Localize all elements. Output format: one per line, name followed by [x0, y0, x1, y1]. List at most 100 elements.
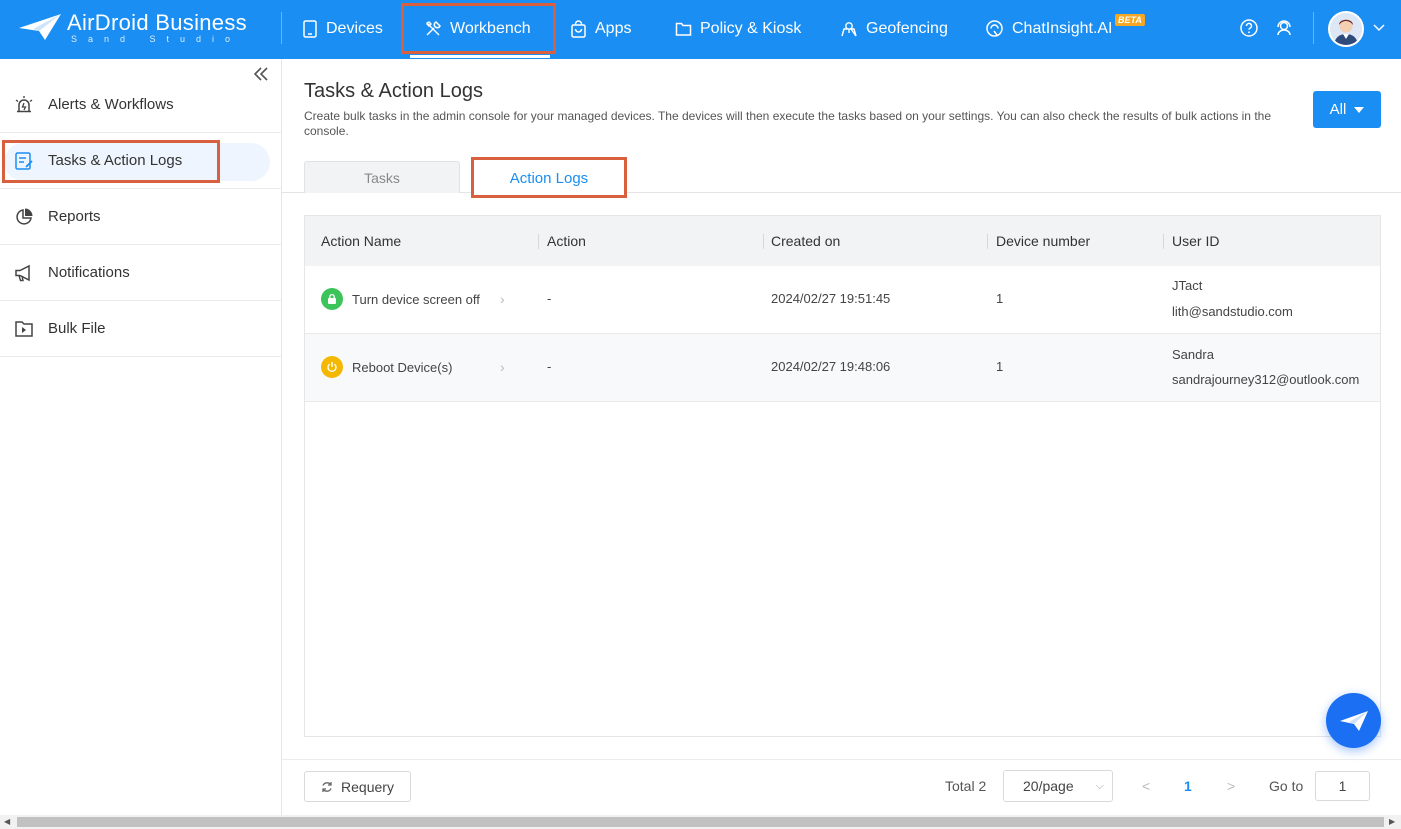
created-on-cell: 2024/02/27 19:51:45 [771, 291, 891, 306]
goto-page-input[interactable] [1315, 771, 1370, 801]
tab-action-logs[interactable]: Action Logs [474, 161, 624, 195]
sidebar-item-label: Alerts & Workflows [48, 96, 174, 113]
requery-button[interactable]: Requery [304, 771, 411, 802]
divider [1313, 12, 1314, 44]
requery-label: Requery [341, 778, 394, 795]
action-name-cell[interactable]: Turn device screen off [321, 288, 480, 310]
column-header-user-id: User ID [1172, 233, 1220, 249]
column-header-action: Action [547, 233, 586, 249]
pie-chart-icon [16, 208, 33, 225]
sidebar-item-reports[interactable]: Reports [0, 189, 281, 245]
sidebar-item-tasks-action-logs[interactable]: Tasks & Action Logs [0, 133, 281, 189]
map-pin-icon [841, 21, 857, 36]
lock-icon [321, 288, 343, 310]
tab-action-logs-label: Action Logs [509, 169, 589, 187]
user-name: Sandra [1172, 347, 1214, 362]
prev-page-button[interactable]: < [1142, 778, 1150, 794]
action-name-cell[interactable]: Reboot Device(s) [321, 356, 452, 378]
nav-policy-kiosk[interactable]: Policy & Kiosk [675, 0, 801, 57]
page-title: Tasks & Action Logs [304, 80, 483, 102]
tablet-icon [303, 19, 317, 38]
column-separator [987, 234, 988, 249]
active-nav-indicator [410, 55, 550, 58]
column-separator [763, 234, 764, 249]
file-folder-icon [15, 320, 33, 337]
footer-divider [282, 759, 1401, 760]
power-icon [321, 356, 343, 378]
paper-plane-logo-icon [19, 14, 61, 40]
column-header-created-on: Created on [771, 233, 841, 249]
sidebar-item-alerts-workflows[interactable]: Alerts & Workflows [0, 77, 281, 133]
floating-support-button[interactable] [1326, 693, 1381, 748]
table-row[interactable]: Reboot Device(s) › - 2024/02/27 19:48:06… [305, 334, 1380, 402]
nav-workbench-label: Workbench [450, 19, 531, 37]
tools-icon [426, 20, 441, 36]
sidebar-item-label: Tasks & Action Logs [48, 152, 183, 169]
table-header: Action Name Action Created on Device num… [305, 216, 1380, 266]
help-icon[interactable] [1239, 18, 1259, 38]
logo-subtitle: Sand Studio [71, 34, 242, 44]
page-size-value: 20/page [1023, 778, 1074, 794]
goto-label: Go to [1269, 778, 1304, 794]
filter-all-dropdown[interactable]: All [1313, 91, 1381, 128]
scroll-right-arrow-icon[interactable]: ▶ [1389, 817, 1395, 826]
nav-devices[interactable]: Devices [302, 0, 383, 57]
device-number-cell: 1 [996, 359, 1004, 374]
column-header-action-name: Action Name [321, 233, 402, 249]
nav-apps[interactable]: Apps [570, 0, 631, 57]
filter-all-label: All [1329, 101, 1347, 118]
next-page-button[interactable]: > [1227, 778, 1235, 794]
top-navigation-bar: AirDroid Business Sand Studio Devices Wo… [0, 0, 1401, 59]
alarm-icon [15, 95, 33, 112]
support-agent-icon[interactable] [1274, 18, 1294, 38]
chevron-down-icon: ⌵ [1095, 780, 1104, 792]
tab-tasks-label: Tasks [364, 169, 400, 186]
tab-tasks[interactable]: Tasks [304, 161, 460, 193]
current-page-number[interactable]: 1 [1184, 778, 1192, 794]
user-email: sandrajourney312@outlook.com [1172, 372, 1360, 387]
nav-workbench[interactable]: Workbench [424, 0, 531, 57]
nav-geofencing[interactable]: Geofencing [840, 0, 948, 57]
device-number-cell: 1 [996, 291, 1004, 306]
created-on-cell: 2024/02/27 19:48:06 [771, 359, 891, 374]
table-row[interactable]: Turn device screen off › - 2024/02/27 19… [305, 266, 1380, 334]
total-count: Total 2 [945, 778, 987, 794]
sidebar-item-bulk-file[interactable]: Bulk File [0, 301, 281, 357]
refresh-icon [322, 781, 332, 792]
horizontal-scrollbar[interactable]: ◀ ▶ [0, 815, 1401, 829]
nav-chatinsight[interactable]: ChatInsight.AI [985, 0, 1113, 57]
airdroid-logo[interactable]: AirDroid Business Sand Studio [17, 10, 257, 46]
nav-apps-label: Apps [595, 19, 632, 37]
chevron-right-icon[interactable]: › [500, 291, 505, 307]
action-cell: - [547, 291, 552, 306]
sidebar-item-label: Reports [48, 208, 101, 225]
column-header-device-number: Device number [996, 233, 1091, 249]
nav-chatinsight-label: ChatInsight.AI [1012, 19, 1113, 37]
user-email: lith@sandstudio.com [1172, 304, 1293, 319]
divider [281, 12, 282, 44]
beta-badge: BETA [1115, 14, 1145, 26]
column-separator [538, 234, 539, 249]
user-avatar[interactable] [1328, 11, 1364, 47]
sidebar: Alerts & Workflows Tasks & Action Logs R… [0, 59, 282, 815]
caret-down-icon [1354, 106, 1365, 113]
action-name-text: Reboot Device(s) [352, 359, 453, 375]
scroll-left-arrow-icon[interactable]: ◀ [4, 817, 10, 826]
chevron-down-icon[interactable] [1373, 24, 1385, 32]
action-cell: - [547, 359, 552, 374]
sidebar-item-notifications[interactable]: Notifications [0, 245, 281, 301]
chevron-right-icon[interactable]: › [500, 359, 505, 375]
action-name-text: Turn device screen off [352, 291, 480, 307]
scrollbar-thumb[interactable] [17, 817, 1384, 827]
logo-name: AirDroid Business [67, 10, 247, 35]
nav-policy-kiosk-label: Policy & Kiosk [700, 19, 802, 37]
page-size-select[interactable]: 20/page ⌵ [1003, 770, 1113, 802]
task-list-icon [15, 151, 33, 170]
nav-devices-label: Devices [326, 19, 383, 37]
sidebar-item-label: Notifications [48, 264, 130, 281]
chat-ai-icon [986, 20, 1003, 37]
page-description: Create bulk tasks in the admin console f… [304, 109, 1271, 138]
avatar-image-icon [1330, 13, 1362, 45]
paper-plane-icon [1339, 710, 1368, 731]
sidebar-item-label: Bulk File [48, 320, 106, 337]
